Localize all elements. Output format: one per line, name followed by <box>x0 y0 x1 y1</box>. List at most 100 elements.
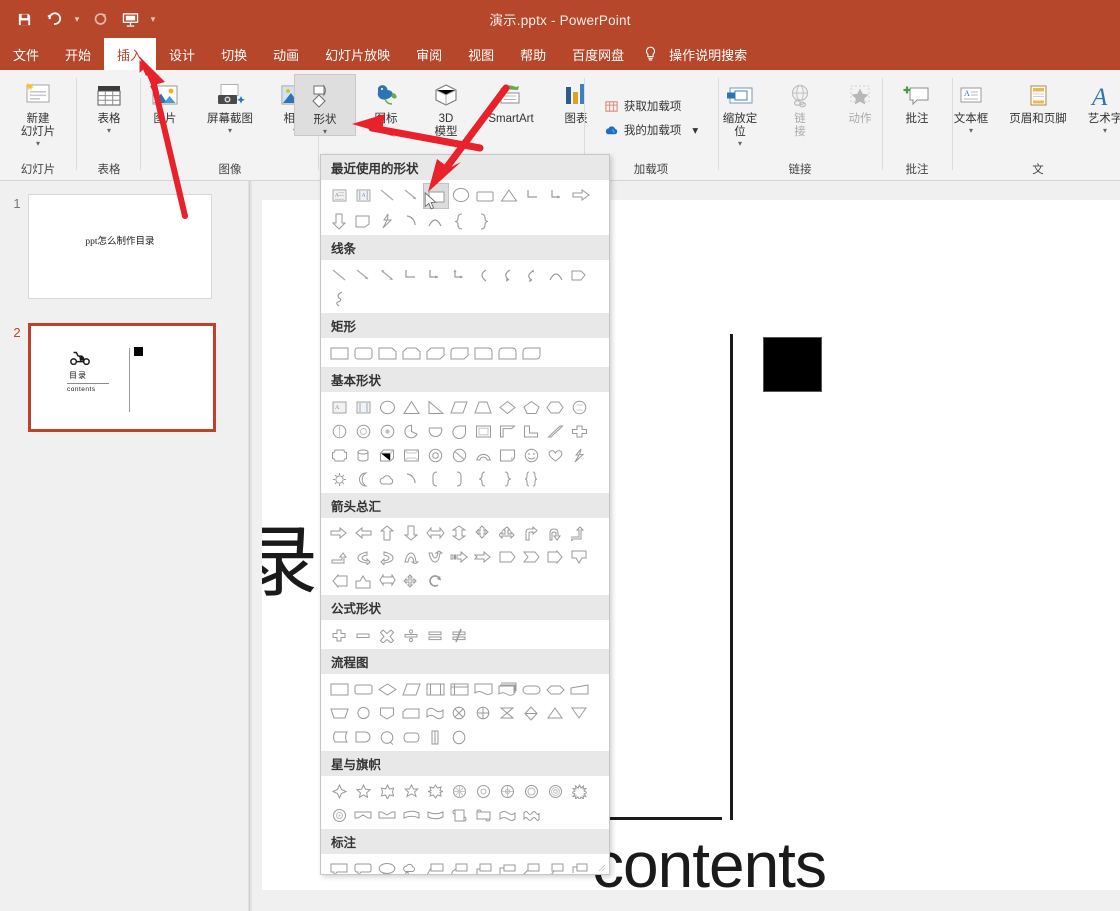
shape-left-arrow-callout[interactable] <box>327 569 351 593</box>
shape-or[interactable] <box>471 701 495 725</box>
slide-thumbnail-pane[interactable]: 1 ppt怎么制作目录 2 目录 contents <box>0 181 248 911</box>
shape-left-arrow[interactable] <box>351 521 375 545</box>
shape-plus[interactable] <box>327 623 351 647</box>
shape-line[interactable] <box>375 183 399 207</box>
shapes-button[interactable]: 形状 ▾ <box>294 74 356 136</box>
shape-heptagon[interactable] <box>567 395 591 419</box>
shape-up-arrow[interactable] <box>375 521 399 545</box>
shape-right-brace[interactable] <box>471 209 495 233</box>
shape-up-arrow-callout[interactable] <box>351 569 375 593</box>
shape-round-single-corner[interactable] <box>471 341 495 365</box>
shape-connector[interactable] <box>351 701 375 725</box>
shape-explosion-2[interactable] <box>327 803 351 827</box>
redo-icon[interactable] <box>86 6 114 32</box>
tab-file[interactable]: 文件 <box>0 38 52 70</box>
start-slideshow-icon[interactable] <box>116 6 144 32</box>
shape-down-ribbon[interactable] <box>375 803 399 827</box>
shape-triangle[interactable] <box>497 183 521 207</box>
shape-u-turn-arrow[interactable] <box>543 521 567 545</box>
shape-line-callout-1-border[interactable] <box>519 857 543 874</box>
shape-striped-right-arrow[interactable] <box>447 545 471 569</box>
tab-animations[interactable]: 动画 <box>260 38 312 70</box>
shape-line-callout-3[interactable] <box>471 857 495 874</box>
shape-snip-diagonal-corner[interactable] <box>423 341 447 365</box>
shape-alternate-process[interactable] <box>351 677 375 701</box>
shape-curved-connector[interactable] <box>471 263 495 287</box>
chevron-down-icon[interactable]: ▾ <box>228 127 232 135</box>
shape-multidocument[interactable] <box>495 677 519 701</box>
shape-double-wave[interactable] <box>519 803 543 827</box>
shape-curved-up-ribbon[interactable] <box>399 803 423 827</box>
shape-heart[interactable] <box>543 443 567 467</box>
shape-curved-double-arrow[interactable] <box>519 263 543 287</box>
shape-round-diagonal-corner[interactable] <box>519 341 543 365</box>
shape-notched-right-arrow[interactable] <box>471 545 495 569</box>
shape-star-24[interactable] <box>519 779 543 803</box>
shape-can[interactable] <box>351 443 375 467</box>
shape-textbox[interactable]: A <box>327 395 351 419</box>
slide-thumbnail-2[interactable]: 目录 contents <box>28 323 216 432</box>
shape-moon[interactable] <box>351 467 375 491</box>
new-slide-button[interactable]: 新建 幻灯片 ▾ <box>8 74 68 148</box>
shape-frame[interactable] <box>471 419 495 443</box>
shape-vertical-textbox[interactable] <box>351 395 375 419</box>
tab-insert[interactable]: 插入 <box>104 38 157 70</box>
shape-preparation[interactable] <box>543 677 567 701</box>
tab-baidu-netdisk[interactable]: 百度网盘 <box>559 38 637 70</box>
shape-wave[interactable] <box>495 803 519 827</box>
shape-folded-corner[interactable] <box>495 443 519 467</box>
shape-explosion-1[interactable] <box>567 779 591 803</box>
chevron-down-icon[interactable]: ▾ <box>163 127 167 135</box>
shape-internal-storage[interactable] <box>447 677 471 701</box>
shape-left-right-arrow-callout[interactable] <box>375 569 399 593</box>
shape-star-4[interactable] <box>327 779 351 803</box>
shape-line-callout-4[interactable] <box>495 857 519 874</box>
shape-round-same-side-corner[interactable] <box>495 341 519 365</box>
shape-curved-up-arrow[interactable] <box>399 545 423 569</box>
shape-rectangular-callout[interactable] <box>327 857 351 874</box>
shape-bent-up-arrow[interactable] <box>327 545 351 569</box>
shape-curved-down-ribbon[interactable] <box>423 803 447 827</box>
table-button[interactable]: 表格 ▾ <box>79 74 139 135</box>
shape-snip-single-corner[interactable] <box>375 341 399 365</box>
shape-curved-arrow[interactable] <box>495 263 519 287</box>
shape-chevron[interactable] <box>519 545 543 569</box>
tab-design[interactable]: 设计 <box>156 38 208 70</box>
shape-down-arrow[interactable] <box>327 209 351 233</box>
textbox-button[interactable]: A 文本框 ▾ <box>941 74 1001 135</box>
shape-elbow-connector[interactable] <box>399 263 423 287</box>
shape-up-ribbon[interactable] <box>351 803 375 827</box>
shape-terminator[interactable] <box>519 677 543 701</box>
shape-equal[interactable] <box>423 623 447 647</box>
shape-line-arrow[interactable] <box>351 263 375 287</box>
comment-button[interactable]: 批注 <box>887 74 947 126</box>
shape-star-32[interactable] <box>543 779 567 803</box>
shape-oval-callout[interactable] <box>375 857 399 874</box>
shape-not-equal[interactable] <box>447 623 471 647</box>
shape-star-5[interactable] <box>351 779 375 803</box>
shape-divide[interactable] <box>399 623 423 647</box>
tab-home[interactable]: 开始 <box>52 38 104 70</box>
shape-snip-same-side-corner[interactable] <box>399 341 423 365</box>
customize-qat-icon[interactable]: ▾ <box>146 6 160 32</box>
shape-extract[interactable] <box>543 701 567 725</box>
shape-left-up-arrow[interactable] <box>567 521 591 545</box>
shape-curved-right-arrow[interactable] <box>351 545 375 569</box>
shape-line-callout-1[interactable] <box>423 857 447 874</box>
shape-quad-arrow[interactable] <box>471 521 495 545</box>
shape-star-8[interactable] <box>423 779 447 803</box>
shape-vertical-textbox[interactable]: A <box>351 183 375 207</box>
shape-sun[interactable] <box>327 467 351 491</box>
resize-grip-icon[interactable] <box>596 862 606 872</box>
shape-line-callout-3-border[interactable] <box>567 857 591 874</box>
shape-cube[interactable] <box>375 443 399 467</box>
shape-elbow-connector[interactable] <box>521 183 545 207</box>
shape-up-down-arrow[interactable] <box>447 521 471 545</box>
shape-stored-data[interactable] <box>327 725 351 749</box>
shape-rectangle[interactable] <box>423 183 449 209</box>
chevron-down-icon[interactable]: ▾ <box>969 127 973 135</box>
shape-pentagon[interactable] <box>519 395 543 419</box>
shape-octagon[interactable] <box>327 419 351 443</box>
thumbnail-row-1[interactable]: 1 ppt怎么制作目录 <box>6 194 212 299</box>
shape-down-arrow[interactable] <box>399 521 423 545</box>
